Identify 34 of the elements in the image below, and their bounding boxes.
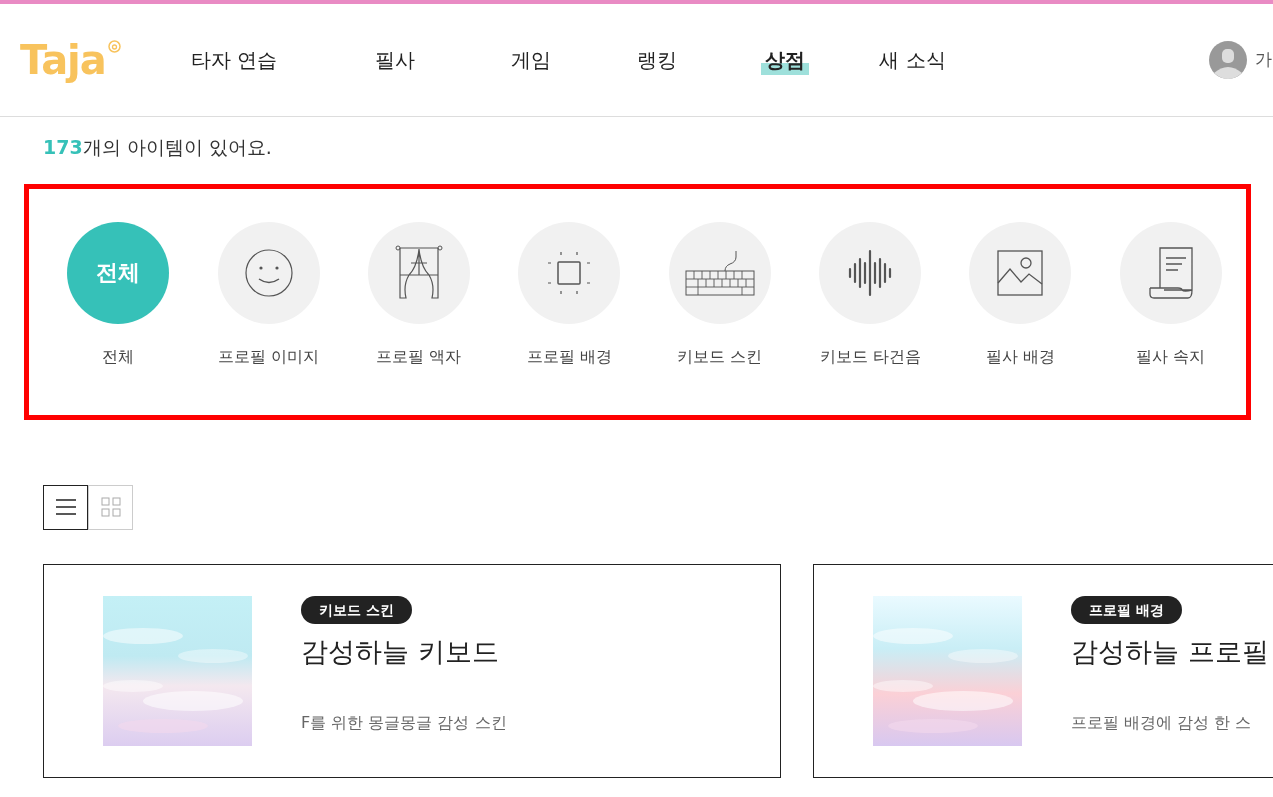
- nav-link[interactable]: 타자 연습: [186, 45, 282, 75]
- category-button[interactable]: 필사 배경: [945, 221, 1096, 369]
- registered-mark-icon: [107, 40, 121, 53]
- item-card[interactable]: 키보드 스킨 감성하늘 키보드 F를 위한 몽글몽글 감성 스킨: [43, 563, 781, 778]
- item-title: 감성하늘 키보드: [301, 635, 500, 670]
- item-description: 프로필 배경에 감성 한 스: [1071, 712, 1253, 735]
- category-button[interactable]: 필사 속지: [1095, 221, 1246, 369]
- grid-view-icon: [100, 497, 121, 517]
- keyboard-icon: [683, 248, 756, 297]
- category-button[interactable]: 프로필 이미지: [193, 221, 344, 369]
- category-tag: 키보드 스킨: [301, 595, 412, 625]
- category-tag: 프로필 배경: [1071, 595, 1182, 625]
- category-button[interactable]: 키보드 스킨: [644, 221, 795, 369]
- category-button[interactable]: 프로필 배경: [494, 221, 645, 369]
- category-button[interactable]: 키보드 타건음: [794, 221, 946, 369]
- smiley-icon: [244, 248, 293, 297]
- sound-wave-icon: [848, 248, 893, 297]
- item-title: 감성하늘 프로필: [1071, 635, 1269, 670]
- category-button[interactable]: 전체 전체: [43, 221, 194, 369]
- nav-link[interactable]: 필사: [371, 45, 420, 75]
- category-button[interactable]: 프로필 액자: [343, 221, 495, 369]
- image-icon: [996, 248, 1045, 297]
- nav-link[interactable]: 랭킹: [633, 45, 682, 75]
- item-count-text: 173개의 아이템이 있어요.: [42, 135, 273, 160]
- avatar-icon[interactable]: [1209, 41, 1247, 79]
- nav-link[interactable]: 새 소식: [875, 45, 950, 75]
- view-toggle-button[interactable]: [43, 484, 88, 530]
- nav-link[interactable]: 게임: [507, 45, 556, 75]
- list-view-icon: [53, 497, 78, 517]
- item-card[interactable]: 프로필 배경 감성하늘 프로필 프로필 배경에 감성 한 스: [813, 563, 1273, 778]
- user-name[interactable]: 가: [1255, 47, 1272, 73]
- paper-scroll-icon: [1147, 245, 1194, 300]
- item-description: F를 위한 몽글몽글 감성 스킨: [301, 712, 507, 735]
- curtain-icon: [394, 244, 443, 301]
